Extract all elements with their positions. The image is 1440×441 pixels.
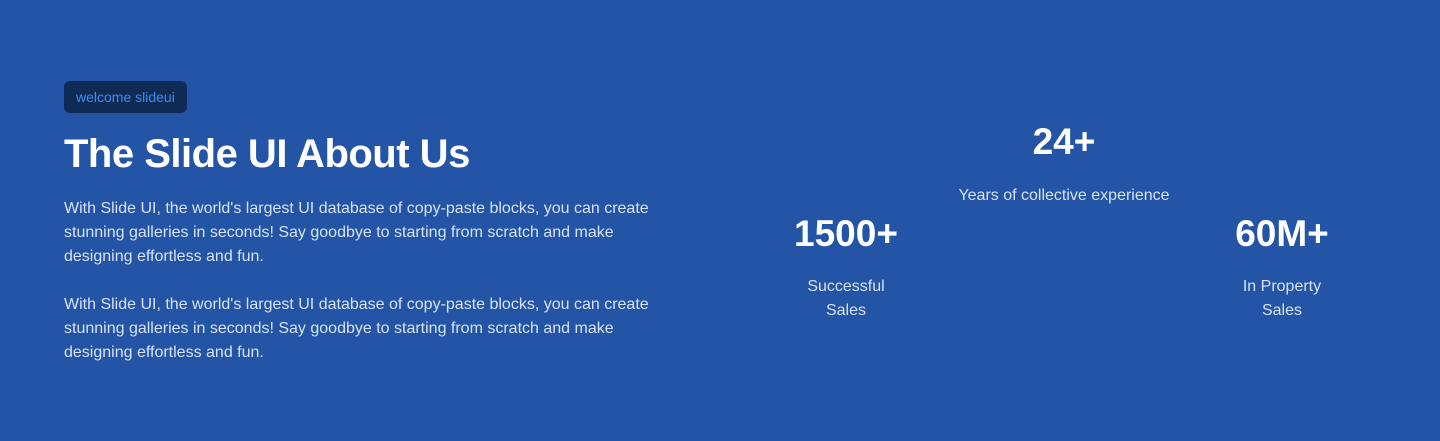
about-content: welcome slideui The Slide UI About Us Wi… [64, 81, 684, 365]
stat-years-experience: 24+ Years of collective experience [954, 121, 1174, 208]
page-title: The Slide UI About Us [64, 132, 470, 176]
stat-property-sales: 60M+ In Property Sales [1172, 213, 1392, 323]
about-section: welcome slideui The Slide UI About Us Wi… [0, 0, 1440, 441]
stat-value: 60M+ [1235, 213, 1329, 254]
stat-label: In Property Sales [1242, 278, 1322, 319]
welcome-badge: welcome slideui [64, 81, 187, 113]
about-paragraph-2: With Slide UI, the world's largest UI da… [64, 296, 649, 361]
stat-value: 24+ [1032, 121, 1096, 162]
stat-successful-sales: 1500+ Successful Sales [736, 213, 956, 323]
stat-value: 1500+ [794, 213, 898, 254]
stat-label: Successful Sales [807, 278, 885, 319]
stat-label: Years of collective experience [958, 187, 1170, 204]
about-paragraph-1: With Slide UI, the world's largest UI da… [64, 200, 649, 265]
